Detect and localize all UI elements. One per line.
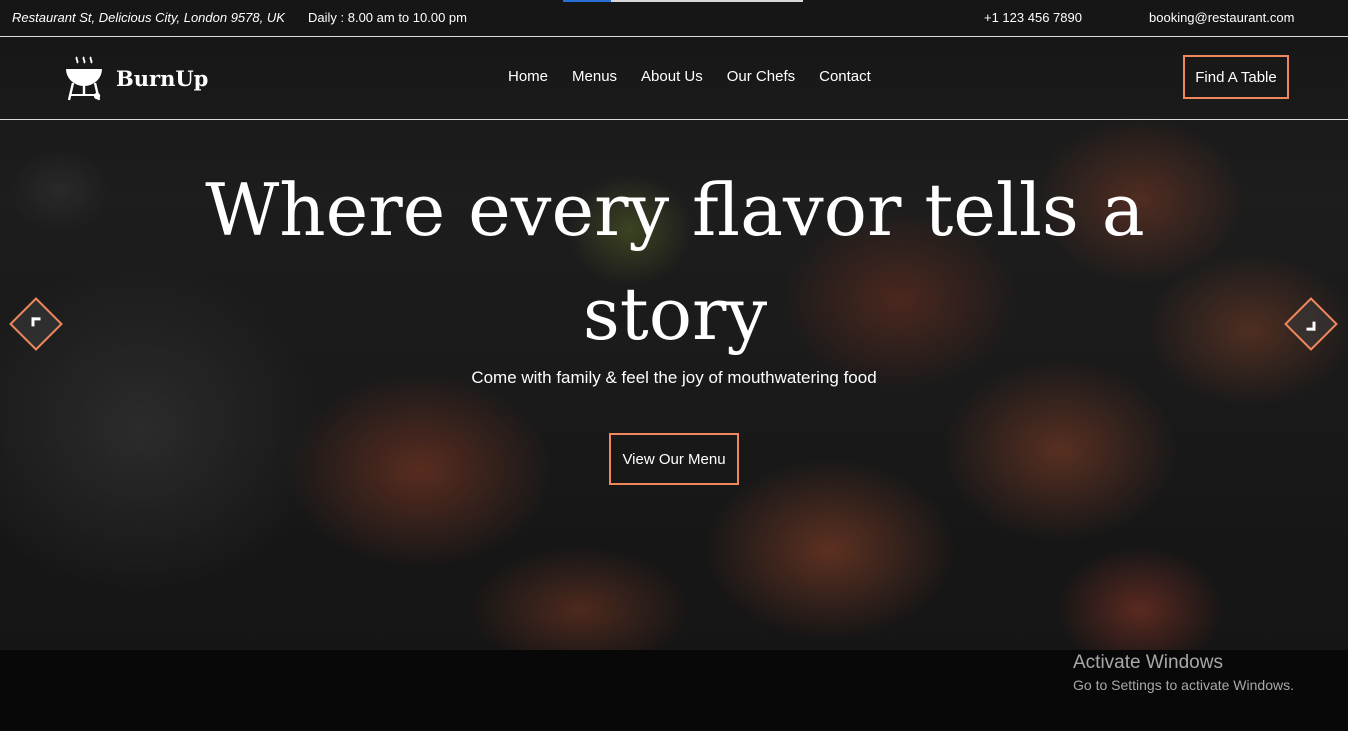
nav-links: Home Menus About Us Our Chefs Contact: [508, 68, 895, 85]
top-info-bar: Restaurant St, Delicious City, London 95…: [0, 0, 1348, 37]
brand-name: BurnUp: [116, 65, 209, 91]
main-navbar: BurnUp Home Menus About Us Our Chefs Con…: [0, 37, 1348, 120]
arrow-left-icon: [31, 317, 41, 327]
windows-activation-watermark: Activate Windows Go to Settings to activ…: [1073, 652, 1294, 693]
email-link[interactable]: booking@restaurant.com: [1149, 10, 1294, 25]
address-text: Restaurant St, Delicious City, London 95…: [12, 10, 285, 25]
phone-link[interactable]: +1 123 456 7890: [984, 10, 1082, 25]
loading-indicator: [563, 0, 803, 2]
nav-about-us[interactable]: About Us: [641, 68, 703, 85]
nav-contact[interactable]: Contact: [819, 68, 871, 85]
watermark-subtitle: Go to Settings to activate Windows.: [1073, 677, 1294, 693]
nav-home[interactable]: Home: [508, 68, 548, 85]
arrow-right-icon: [1306, 321, 1316, 331]
hero-headline: Where every flavor tells a story: [205, 168, 1145, 356]
watermark-title: Activate Windows: [1073, 652, 1223, 673]
hero-section: Restaurant St, Delicious City, London 95…: [0, 0, 1348, 650]
nav-menus[interactable]: Menus: [572, 68, 617, 85]
brand-logo[interactable]: BurnUp: [64, 55, 208, 101]
view-menu-button[interactable]: View Our Menu: [609, 433, 739, 485]
grill-icon: [66, 56, 102, 101]
hero-subheadline: Come with family & feel the joy of mouth…: [471, 368, 877, 387]
find-a-table-button[interactable]: Find A Table: [1183, 55, 1289, 99]
nav-our-chefs[interactable]: Our Chefs: [727, 68, 795, 85]
opening-hours-text: Daily : 8.00 am to 10.00 pm: [308, 10, 467, 25]
